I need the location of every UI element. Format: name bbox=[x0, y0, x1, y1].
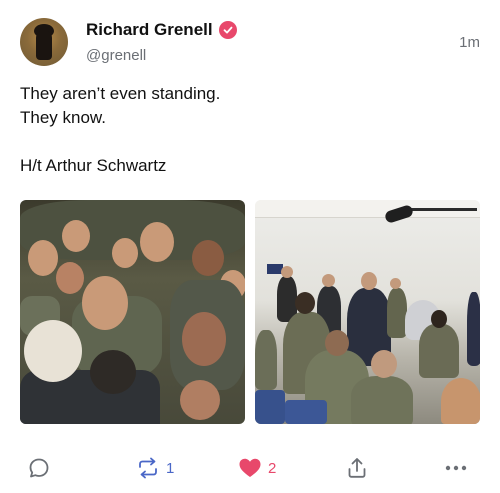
crowd-photo[interactable] bbox=[20, 200, 245, 424]
heart-icon bbox=[238, 457, 262, 479]
room-photo[interactable] bbox=[255, 200, 480, 424]
share-icon bbox=[346, 457, 368, 479]
avatar[interactable] bbox=[20, 18, 68, 66]
avatar-dog-body bbox=[36, 30, 52, 60]
like-button[interactable]: 2 bbox=[238, 454, 276, 482]
post-text: They aren’t even standing. They know. H/… bbox=[20, 84, 221, 175]
crowd-photo-scene bbox=[20, 200, 245, 424]
more-icon bbox=[444, 457, 468, 479]
author-name-row: Richard Grenell bbox=[86, 20, 237, 40]
post-actions: 1 2 bbox=[20, 454, 480, 482]
more-button[interactable] bbox=[444, 454, 468, 482]
repost-count: 1 bbox=[166, 459, 175, 477]
reply-button[interactable] bbox=[28, 454, 50, 482]
repost-icon bbox=[136, 457, 160, 479]
reply-icon bbox=[28, 457, 50, 479]
room-photo-scene bbox=[255, 200, 480, 424]
author-handle[interactable]: @grenell bbox=[86, 47, 146, 64]
post-timestamp[interactable]: 1m bbox=[459, 34, 480, 51]
verified-badge-icon bbox=[218, 21, 237, 39]
author-display-name[interactable]: Richard Grenell bbox=[86, 20, 213, 40]
like-count: 2 bbox=[268, 459, 277, 477]
share-button[interactable] bbox=[346, 454, 368, 482]
repost-button[interactable]: 1 bbox=[136, 454, 174, 482]
